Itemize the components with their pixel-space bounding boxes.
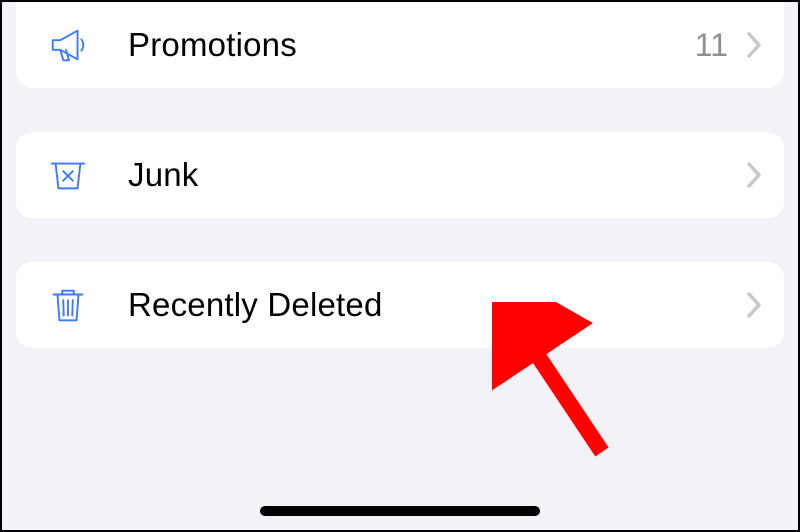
chevron-right-icon: [746, 291, 762, 319]
mailbox-label: Recently Deleted: [128, 286, 746, 324]
mailbox-group-recently-deleted: Recently Deleted: [16, 262, 784, 348]
mailbox-label: Junk: [128, 156, 746, 194]
mailbox-group-junk: Junk: [16, 132, 784, 218]
chevron-right-icon: [746, 31, 762, 59]
mailboxes-list: Promotions 11 Junk: [2, 2, 798, 348]
mailbox-row-recently-deleted[interactable]: Recently Deleted: [16, 262, 784, 348]
megaphone-icon: [44, 21, 92, 69]
home-indicator[interactable]: [260, 506, 540, 516]
mailbox-count: 11: [695, 27, 728, 64]
junk-bin-icon: [44, 151, 92, 199]
mailbox-row-promotions[interactable]: Promotions 11: [16, 2, 784, 88]
mailbox-group-promotions: Promotions 11: [16, 2, 784, 88]
chevron-right-icon: [746, 161, 762, 189]
mailbox-label: Promotions: [128, 26, 695, 64]
mailbox-row-junk[interactable]: Junk: [16, 132, 784, 218]
trash-icon: [44, 281, 92, 329]
